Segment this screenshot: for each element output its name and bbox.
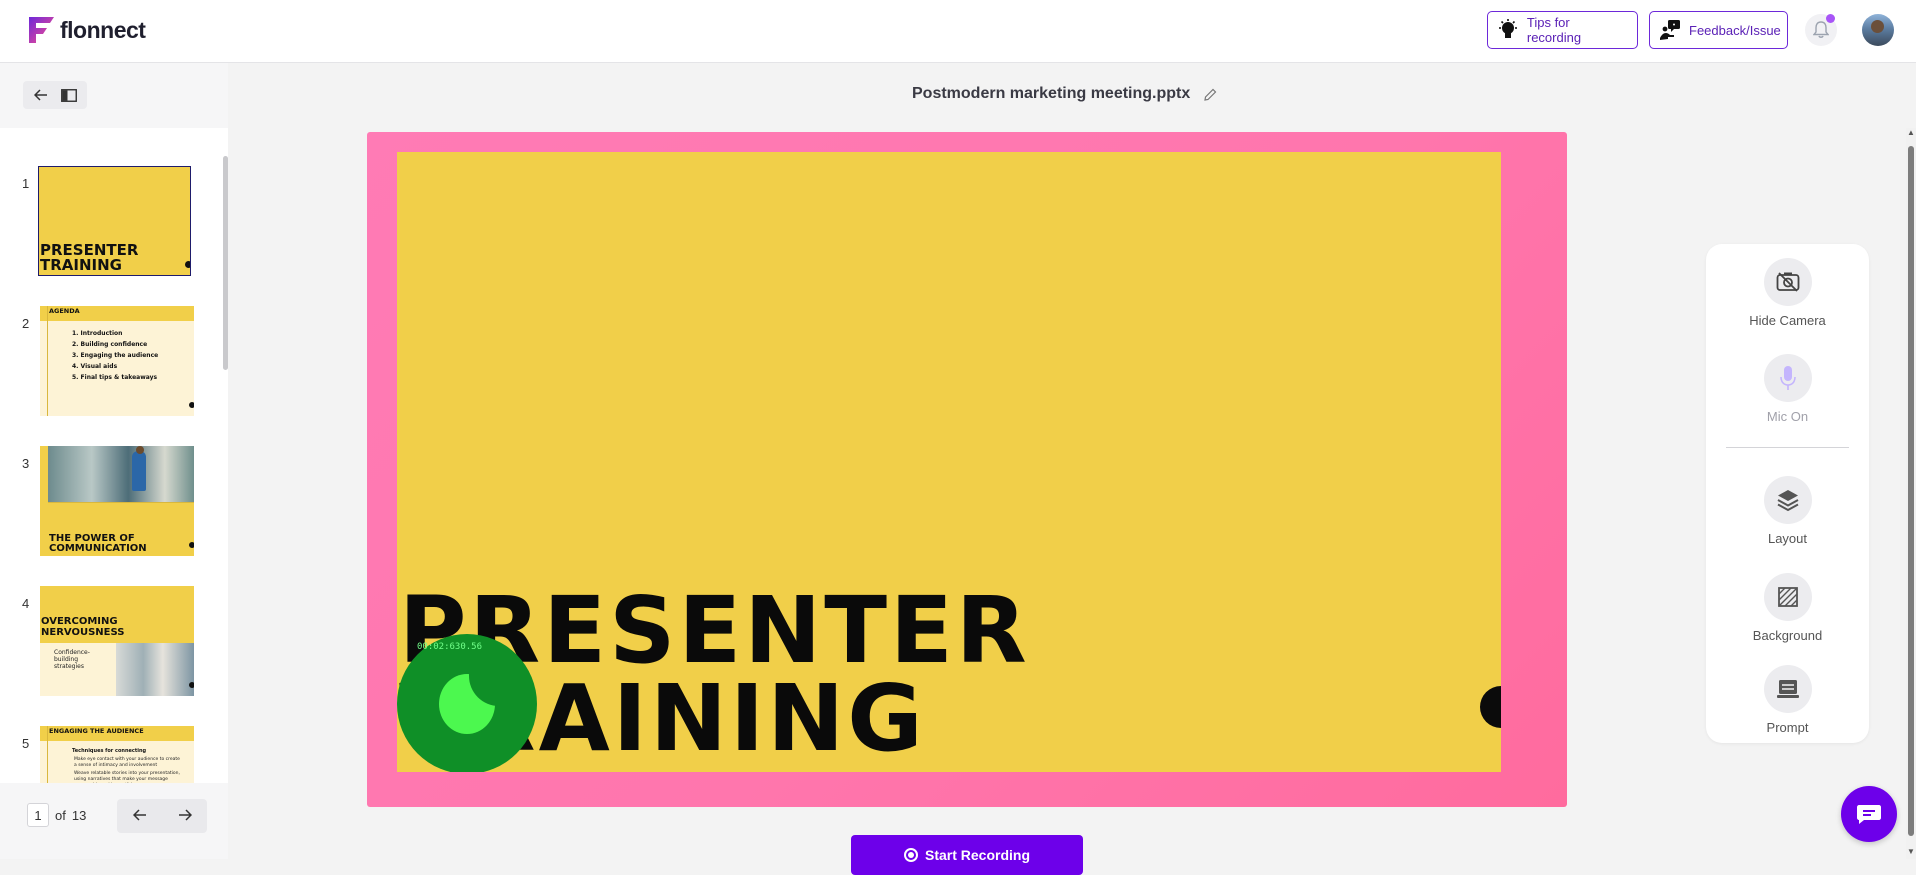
panel-divider: [1726, 447, 1849, 448]
bell-icon: [1813, 21, 1829, 38]
camera-placeholder-shape: [439, 674, 499, 734]
layout-label: Layout: [1767, 531, 1808, 546]
recording-timer: 00:02:630.56: [417, 642, 483, 652]
slides-sidebar: 1 PRESENTER TRAINING 2 AGENDA 1. Introdu…: [0, 63, 228, 859]
record-icon: [903, 848, 918, 862]
file-title: Postmodern marketing meeting.pptx: [912, 85, 1220, 103]
slide-thumbnail-2[interactable]: 2 AGENDA 1. Introduction 2. Building con…: [0, 306, 215, 418]
slide-thumbnails: 1 PRESENTER TRAINING 2 AGENDA 1. Introdu…: [0, 128, 228, 848]
notifications-button[interactable]: [1805, 14, 1837, 46]
camera-off-icon: [1763, 258, 1812, 306]
slide-frame: PRESENTER TRAINING 00:02:630.56: [367, 132, 1567, 807]
meeting-photo: [48, 446, 194, 502]
thumbnail-number: 2: [22, 316, 30, 331]
brand-name: flonnect: [60, 16, 146, 43]
file-name: Postmodern marketing meeting.pptx: [912, 85, 1191, 102]
thumbnail-preview: OVERCOMING NERVOUSNESS Confidence-buildi…: [40, 586, 194, 696]
pager-nav: [117, 799, 207, 833]
arrow-left-icon: [132, 808, 146, 821]
recording-controls-panel: Hide Camera Mic On Layout Background Pro…: [1706, 244, 1869, 743]
thumbnail-subtitle: Techniques for connecting: [72, 748, 147, 754]
chat-support-button[interactable]: [1841, 786, 1897, 842]
scroll-down-arrow-icon[interactable]: ▼: [1907, 847, 1915, 856]
slide-thumbnail-4[interactable]: 4 OVERCOMING NERVOUSNESS Confidence-buil…: [0, 586, 215, 698]
mic-on-button[interactable]: Mic On: [1706, 354, 1869, 424]
back-arrow-icon[interactable]: [29, 83, 53, 107]
top-header: flonnect Tips for recording Feedback/Iss…: [0, 0, 1916, 63]
slide-decoration-dot: [1480, 686, 1501, 728]
background-button[interactable]: Background: [1706, 573, 1869, 643]
thumbnail-preview: AGENDA 1. Introduction 2. Building confi…: [40, 306, 194, 416]
layout-button[interactable]: Layout: [1706, 476, 1869, 546]
previous-slide-button[interactable]: [132, 808, 147, 825]
notification-dot: [1826, 14, 1835, 23]
hide-camera-button[interactable]: Hide Camera: [1706, 258, 1869, 328]
current-slide: PRESENTER TRAINING 00:02:630.56: [397, 152, 1501, 772]
main-scrollbar[interactable]: ▲ ▼: [1906, 128, 1916, 859]
scrollbar-thumb[interactable]: [1908, 146, 1914, 836]
microphone-icon: [1763, 354, 1812, 402]
hide-camera-label: Hide Camera: [1749, 313, 1826, 328]
agenda-item: 2. Building confidence: [72, 341, 148, 348]
tips-label: Tips for recording: [1526, 15, 1582, 45]
prompt-button[interactable]: Prompt: [1706, 665, 1869, 735]
slide-title-line-1: PRESENTER: [399, 577, 1030, 684]
thumbnail-number: 1: [22, 176, 30, 191]
sidebar-toolbar: [0, 63, 228, 128]
thumbnail-number: 4: [22, 596, 30, 611]
start-recording-label: Start Recording: [924, 847, 1030, 863]
slide-pager: 1 of 13: [0, 783, 228, 859]
background-icon: [1763, 573, 1812, 621]
thumbnail-preview: PRESENTER TRAINING: [38, 166, 191, 276]
agenda-item: 1. Introduction: [72, 330, 123, 337]
scroll-up-arrow-icon[interactable]: ▲: [1907, 128, 1915, 137]
thumbnail-dot: [185, 261, 190, 268]
thumbnail-title: ENGAGING THE AUDIENCE: [49, 727, 144, 735]
feedback-label: Feedback/Issue: [1689, 22, 1781, 38]
lightbulb-icon: [1497, 19, 1519, 41]
total-slides: 13: [71, 807, 87, 823]
slide-title: PRESENTER TRAINING: [399, 577, 1299, 765]
thumbnail-title: PRESENTER TRAINING: [40, 241, 139, 274]
thumbnail-title: AGENDA: [49, 307, 80, 315]
thumbnail-number: 5: [22, 736, 30, 751]
user-avatar[interactable]: [1862, 14, 1894, 46]
camera-bubble[interactable]: 00:02:630.56: [397, 634, 537, 772]
current-slide-input[interactable]: 1: [27, 803, 49, 827]
teleprompter-icon: [1763, 665, 1812, 713]
flonnect-logo[interactable]: flonnect: [28, 15, 146, 45]
feedback-icon: [1659, 19, 1681, 41]
audience-photo: [116, 643, 194, 696]
feedback-issue-button[interactable]: Feedback/Issue: [1649, 11, 1788, 49]
thumbnail-subtitle: Confidence-building strategies: [54, 649, 90, 670]
edit-pencil-icon[interactable]: [1204, 86, 1220, 102]
thumbnail-preview: THE POWER OF COMMUNICATION: [40, 446, 194, 556]
slide-thumbnail-3[interactable]: 3 THE POWER OF COMMUNICATION: [0, 446, 215, 558]
chat-icon: [1857, 805, 1881, 824]
mic-on-label: Mic On: [1766, 409, 1809, 424]
prompt-label: Prompt: [1766, 720, 1809, 735]
agenda-item: 4. Visual aids: [72, 363, 118, 370]
agenda-item: 3. Engaging the audience: [72, 352, 159, 359]
arrow-right-icon: [178, 808, 192, 821]
sidebar-scrollbar[interactable]: [223, 156, 228, 370]
thumbnail-title: OVERCOMING NERVOUSNESS: [41, 616, 125, 638]
toggle-sidebar-icon[interactable]: [57, 83, 81, 107]
background-label: Background: [1752, 628, 1823, 643]
start-recording-button[interactable]: Start Recording: [851, 835, 1083, 875]
sidebar-tools: [23, 81, 87, 109]
next-slide-button[interactable]: [178, 808, 192, 825]
slide-thumbnail-1[interactable]: 1 PRESENTER TRAINING: [0, 166, 215, 278]
thumbnail-title: THE POWER OF COMMUNICATION: [49, 533, 147, 554]
tips-for-recording-button[interactable]: Tips for recording: [1487, 11, 1638, 49]
pager-of-label: of: [55, 807, 66, 823]
thumbnail-bullet: Make eye contact with your audience to c…: [74, 757, 180, 768]
flonnect-logo-icon: [29, 17, 54, 43]
thumbnail-number: 3: [22, 456, 30, 471]
agenda-item: 5. Final tips & takeaways: [72, 374, 158, 381]
layers-icon: [1763, 476, 1812, 524]
